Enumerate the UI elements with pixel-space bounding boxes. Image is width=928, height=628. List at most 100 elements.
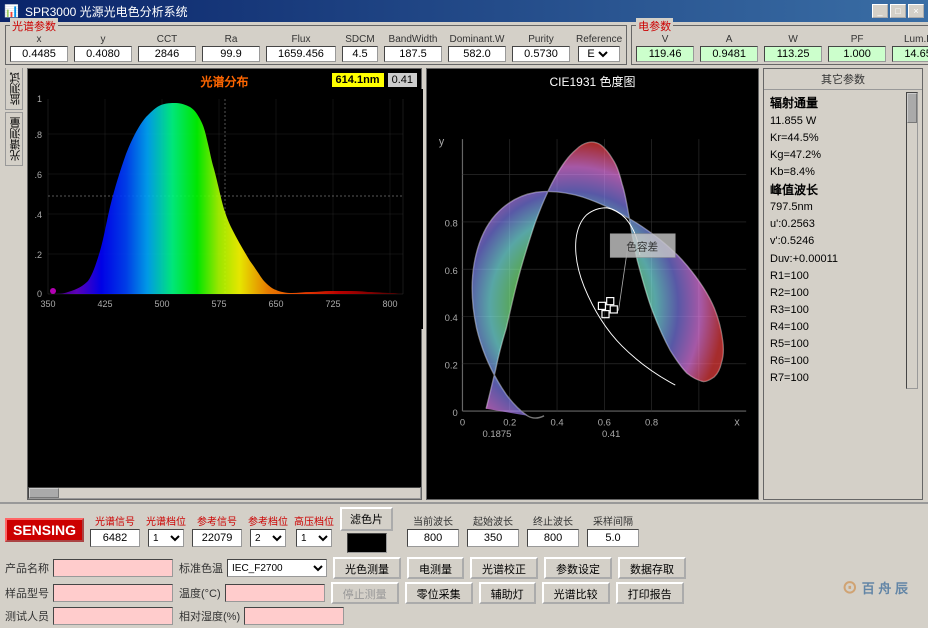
scrollbar-thumb[interactable] [29,488,59,498]
humidity-label: 相对湿度(%) [179,608,240,624]
svg-text:0.6: 0.6 [598,417,611,428]
zero-collect-button[interactable]: 零位采集 [405,582,473,604]
std-color-select[interactable]: IEC_F2700 [227,559,327,577]
electric-params-group: 电参数 V 119.46 A 0.9481 W 113.25 PF 1.000 … [631,25,928,65]
form-row2: 样品型号 温度(°C) 停止测量 零位采集 辅助灯 光谱比较 打印报告 [5,582,923,604]
svg-text:0.4: 0.4 [445,313,458,324]
svg-text:.4: .4 [34,210,42,220]
param-flux-value: 1659.456 [266,46,336,62]
title-bar: 📊 SPR3000 光源光电色分析系统 _ □ × [0,0,928,22]
peak-val-value: 0.41 [388,73,417,87]
filter-section: 滤色片 [340,507,393,553]
spectral-params-group: 光谱参数 x 0.4485 y 0.4080 CCT 2846 Ra 99.9 … [5,25,627,65]
print-report-button[interactable]: 打印报告 [616,582,684,604]
tab-monitor[interactable]: 监测试 [5,68,23,110]
svg-text:x: x [734,416,740,428]
signal-ref-label: 参考信号 [197,513,237,528]
svg-text:0.8: 0.8 [445,219,458,230]
wl-start: 起始波长 350 [467,513,519,547]
svg-text:575: 575 [211,299,226,309]
param-pf-label: PF [851,34,864,45]
data-get-button[interactable]: 数据存取 [618,557,686,579]
spectrum-gear-select[interactable]: 123 [148,529,184,547]
watermark: ⊙ 百 舟 辰 [842,577,908,598]
content-area: 监测试 光谱测量 光谱分布 614.1nm 0.41 [0,68,928,502]
tester-input[interactable] [53,607,173,625]
humidity-input[interactable] [244,607,344,625]
param-y-value: 0.4080 [74,46,132,62]
filter-button[interactable]: 滤色片 [340,507,393,531]
param-v: V 119.46 [636,34,694,62]
title-icon: 📊 [4,4,19,18]
wl-current-value: 800 [407,529,459,547]
window-controls: _ □ × [872,4,924,18]
param-flux-label: Flux [292,34,311,45]
wl-end-value: 800 [527,529,579,547]
product-name-input[interactable] [53,559,173,577]
param-set-button[interactable]: 参数设定 [544,557,612,579]
svg-text:725: 725 [325,299,340,309]
signal-spectrum-gear: 光谱档位 123 [146,513,186,547]
spec-calib-button[interactable]: 光谱校正 [470,557,538,579]
param-sdcm-value: 4.5 [342,46,378,62]
spectrum-chart-title: 光谱分布 [200,73,248,90]
bottom-section: SENSING 光谱信号 6482 光谱档位 123 参考信号 22079 [0,502,928,628]
svg-text:425: 425 [97,299,112,309]
param-sdcm-label: SDCM [345,34,374,45]
param-reference-value[interactable]: E E [578,46,620,62]
param-ra: Ra 99.9 [202,34,260,62]
form-row3: 测试人员 相对湿度(%) [5,607,923,625]
param-purity: Purity 0.5730 [512,34,570,62]
tab-spectrum-label: 光谱测量 [10,117,22,161]
aux-light-button[interactable]: 辅助灯 [479,582,536,604]
signal-spectrum-label: 光谱信号 [95,513,135,528]
hv-gear-select[interactable]: 123 [296,529,332,547]
minimize-button[interactable]: _ [872,4,888,18]
param-a-value: 0.9481 [700,46,758,62]
humidity-item: 相对湿度(%) [179,607,344,625]
temp-label: 温度(°C) [179,585,221,601]
maximize-button[interactable]: □ [890,4,906,18]
param-a: A 0.9481 [700,34,758,62]
param-bw-value: 187.5 [384,46,442,62]
spectrum-scrollbar[interactable] [28,487,421,499]
param-v-value: 119.46 [636,46,694,62]
signal-hv-gear-label: 高压档位 [294,513,334,528]
measure-button[interactable]: 光色测量 [333,557,401,579]
svg-text:0.2: 0.2 [503,417,516,428]
param-x-value: 0.4485 [10,46,68,62]
param-cct-value: 2846 [138,46,196,62]
temp-input[interactable] [225,584,325,602]
svg-text:.6: .6 [34,170,42,180]
wl-interval: 采样间隔 5.0 [587,513,639,547]
param-a-label: A [726,34,733,45]
tab-monitor-label: 监测试 [10,72,22,105]
signal-spectrum-gear-label: 光谱档位 [146,513,186,528]
wl-current-label: 当前波长 [413,513,453,528]
spectrum-chart: 光谱分布 614.1nm 0.41 [27,68,422,500]
reference-select[interactable]: E [597,47,611,61]
stop-measure-button[interactable]: 停止测量 [331,582,399,604]
svg-text:350: 350 [40,299,55,309]
charts-area: 光谱分布 614.1nm 0.41 [27,68,923,500]
param-dw-value: 582.0 [448,46,506,62]
ref-gear-select[interactable]: 123 [250,529,286,547]
close-button[interactable]: × [908,4,924,18]
electric-params-label: 电参数 [636,18,673,34]
param-ra-value: 99.9 [202,46,260,62]
tab-spectrum[interactable]: 光谱测量 [5,112,23,166]
cie-chart: CIE1931 色度图 [426,68,759,500]
electric-button[interactable]: 电测量 [407,557,464,579]
sample-type-input[interactable] [53,584,173,602]
param-sdcm: SDCM 4.5 [342,34,378,62]
svg-text:0.4: 0.4 [550,417,563,428]
svg-text:0: 0 [37,289,42,299]
tester-item: 测试人员 [5,607,173,625]
wl-current: 当前波长 800 [407,513,459,547]
signal-spectrum-value: 6482 [90,529,140,547]
svg-text:0.6: 0.6 [445,266,458,277]
param-cct-label: CCT [157,34,178,45]
svg-text:.8: .8 [34,130,42,140]
spec-compare-button[interactable]: 光谱比较 [542,582,610,604]
std-color-label: 标准色温 [179,560,223,576]
